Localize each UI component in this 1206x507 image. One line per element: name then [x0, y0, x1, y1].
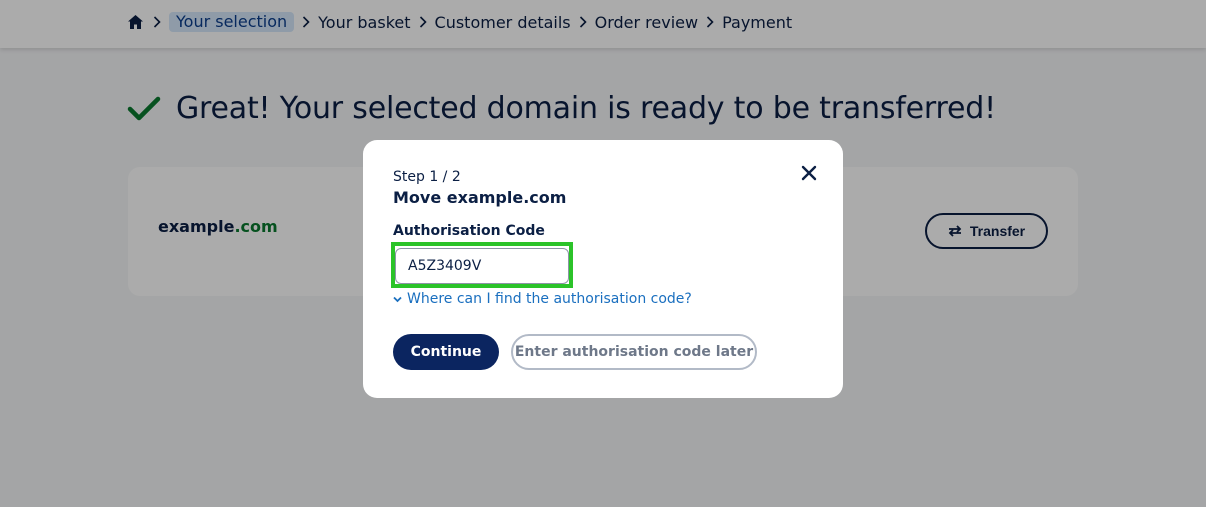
continue-button[interactable]: Continue: [393, 334, 499, 370]
authorisation-modal: Step 1 / 2 Move example.com Authorisatio…: [363, 140, 843, 398]
help-link[interactable]: Where can I find the authorisation code?: [393, 291, 692, 307]
step-indicator: Step 1 / 2: [393, 169, 461, 185]
enter-code-later-button[interactable]: Enter authorisation code later: [511, 334, 757, 370]
auth-code-input[interactable]: [395, 248, 569, 284]
auth-code-label: Authorisation Code: [393, 223, 545, 239]
chevron-down-icon: [393, 296, 402, 302]
close-icon[interactable]: [800, 164, 818, 182]
help-link-label: Where can I find the authorisation code?: [407, 291, 692, 307]
modal-title: Move example.com: [393, 188, 567, 207]
